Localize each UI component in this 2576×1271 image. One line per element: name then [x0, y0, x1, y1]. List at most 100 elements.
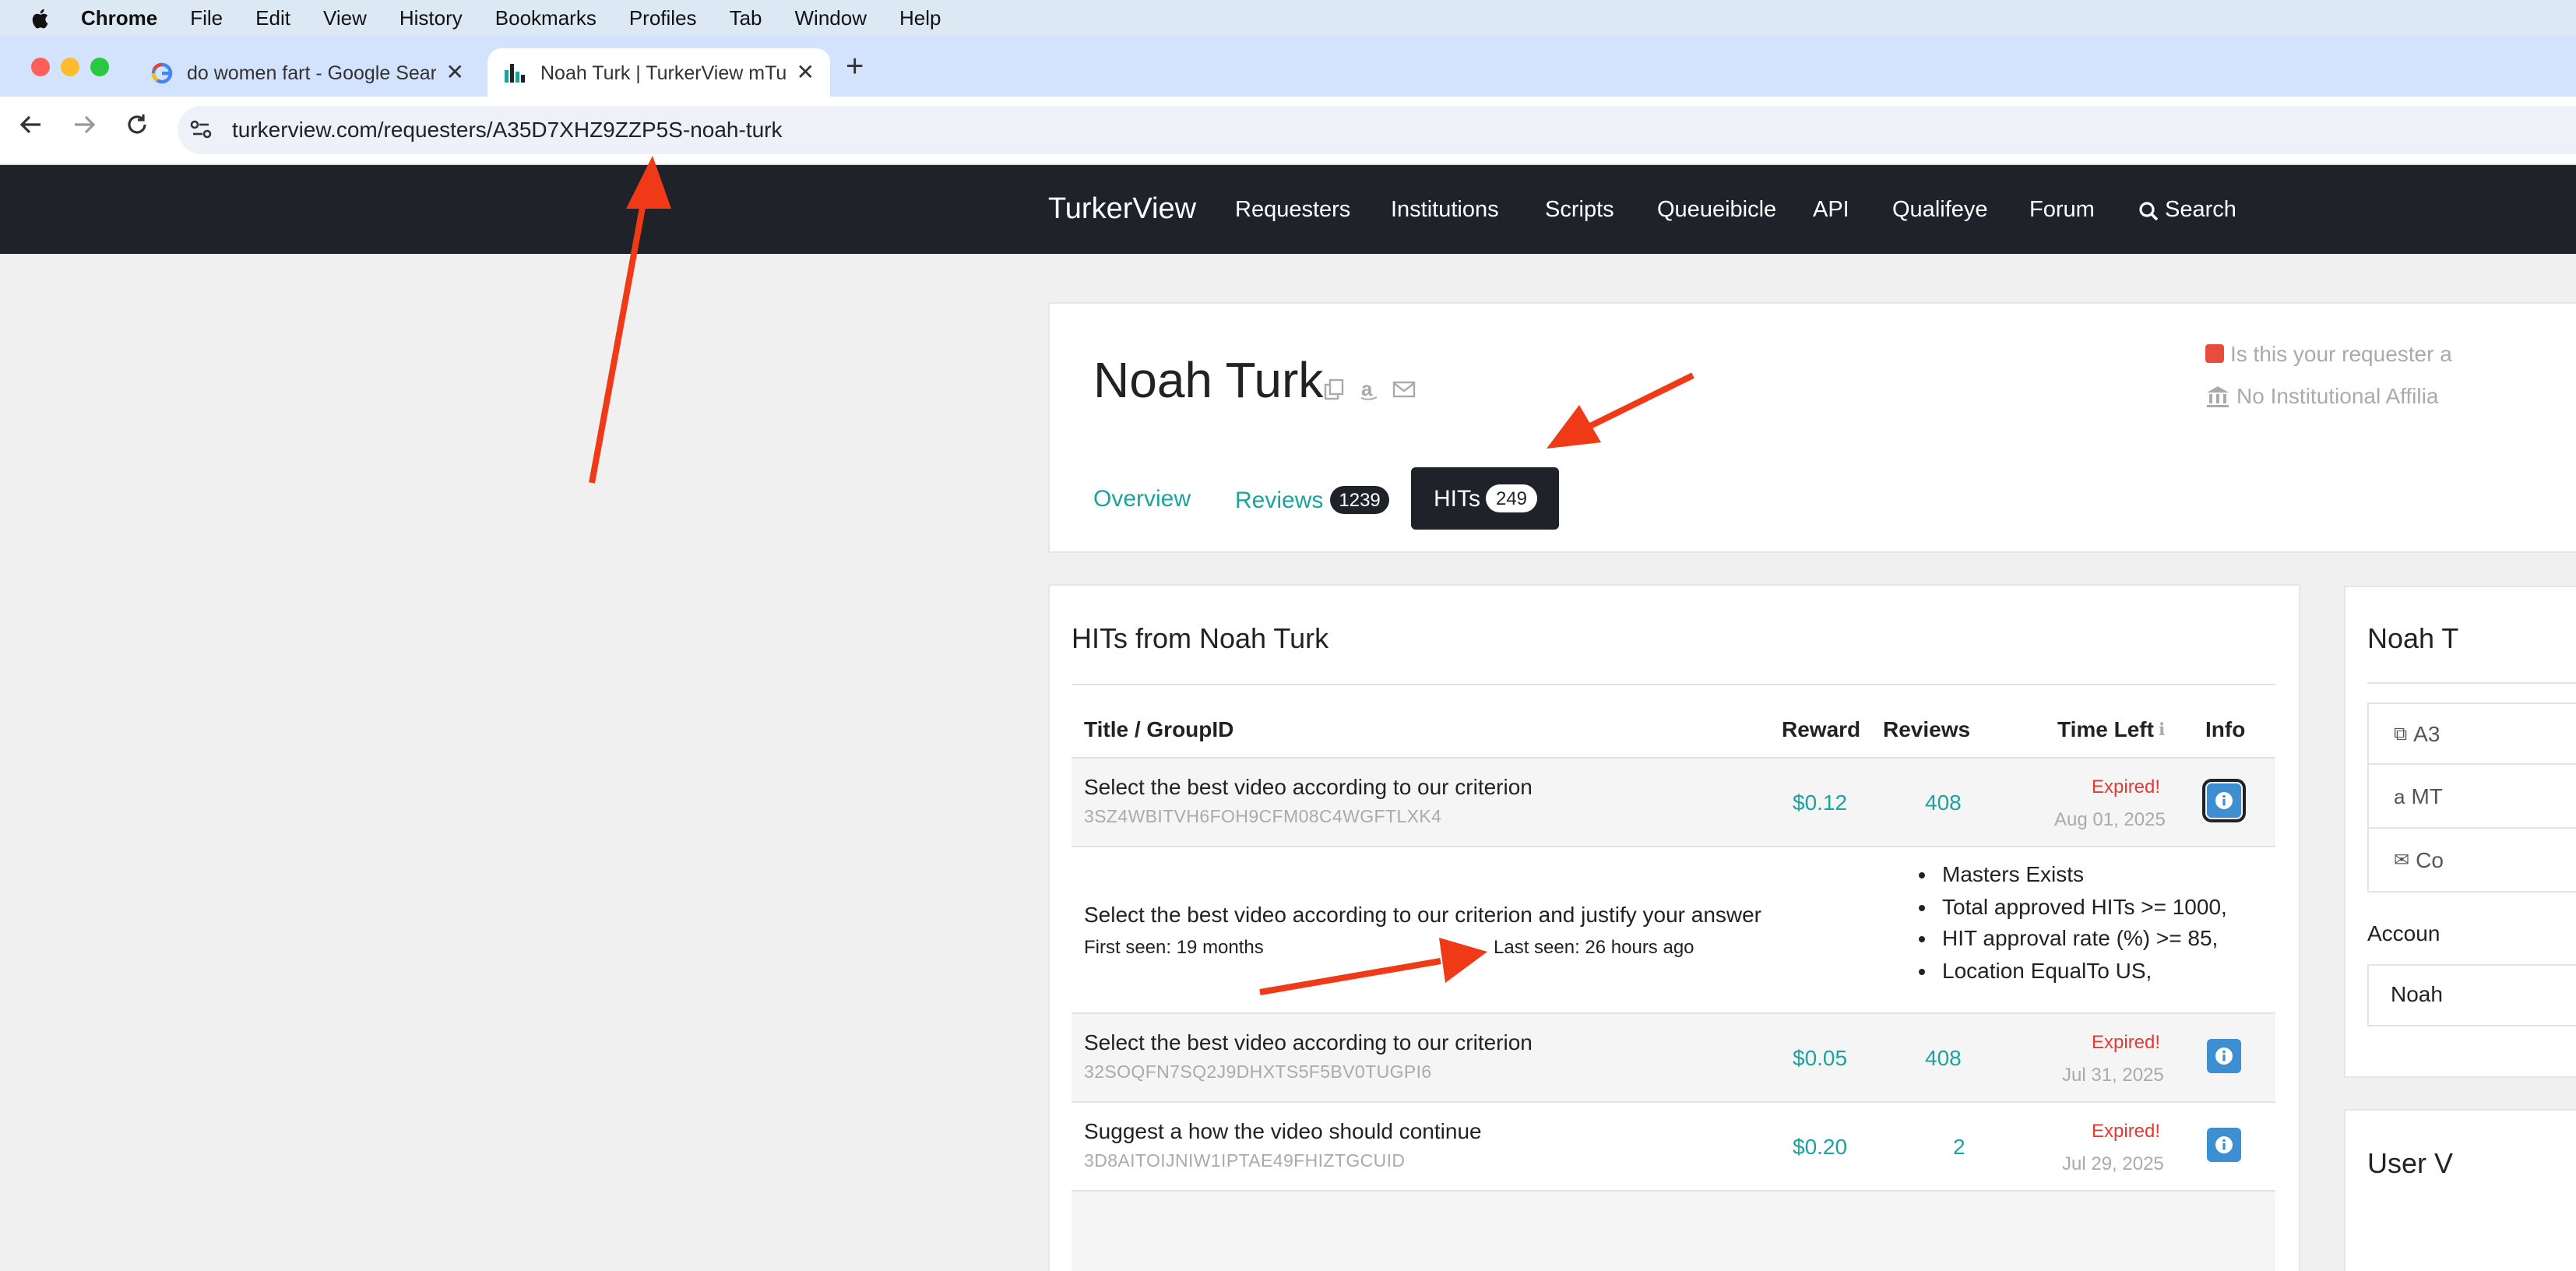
divider [2367, 827, 2576, 829]
menu-window[interactable]: Window [795, 6, 867, 30]
browser-tab-google[interactable]: do women fart - Google Searc ✕ [134, 48, 480, 97]
copy-icon: ⧉ [2394, 722, 2408, 744]
qualification-item: Masters Exists [1942, 858, 2227, 890]
institution-text: No Institutional Affilia [2236, 383, 2439, 408]
reload-button[interactable] [125, 112, 150, 145]
amazon-icon: a [2394, 784, 2405, 808]
table-row [1072, 1012, 2275, 1103]
sidebar-item-id-text: A3 [2413, 721, 2441, 746]
table-row [1072, 1190, 2275, 1271]
macos-menu-bar: Chrome File Edit View History Bookmarks … [0, 0, 2576, 36]
nav-institutions[interactable]: Institutions [1391, 198, 1499, 223]
google-g-icon [150, 60, 174, 85]
col-info[interactable]: Info [2205, 716, 2245, 741]
hit-status: Expired! [2092, 1031, 2161, 1053]
new-tab-button[interactable]: + [846, 50, 864, 86]
last-seen: Last seen: 26 hours ago [1494, 936, 1694, 958]
col-title-groupid[interactable]: Title / GroupID [1084, 716, 1233, 741]
hits-section-title: HITs from Noah Turk [1072, 623, 1329, 654]
menu-view[interactable]: View [323, 6, 367, 30]
apple-icon[interactable] [28, 5, 53, 30]
nav-qualifeye[interactable]: Qualifeye [1892, 198, 1988, 223]
first-seen: First seen: 19 months [1084, 936, 1264, 958]
hit-date: Aug 01, 2025 [2054, 808, 2166, 830]
reviews-count-badge: 1239 [1329, 486, 1390, 514]
hit-title-link[interactable]: Select the best video according to our c… [1084, 1030, 1533, 1054]
menu-tab[interactable]: Tab [730, 6, 762, 30]
nav-requesters[interactable]: Requesters [1235, 198, 1350, 223]
menu-edit[interactable]: Edit [255, 6, 290, 30]
search-icon [2139, 201, 2159, 220]
tab-label: do women fart - Google Searc [187, 62, 436, 83]
table-row [1072, 1101, 2275, 1192]
sidebar-title: Noah T [2367, 623, 2459, 654]
close-tab-icon[interactable]: ✕ [446, 59, 464, 86]
url-text[interactable]: turkerview.com/requesters/A35D7XHZ9ZZP5S… [232, 117, 783, 142]
zoom-window-button[interactable] [90, 58, 109, 76]
sidebar-account-value: Noah [2391, 981, 2443, 1006]
sidebar-item-contact[interactable]: ✉ Co [2394, 847, 2444, 872]
mail-icon[interactable] [1392, 378, 1416, 400]
hit-info-button[interactable] [2207, 1039, 2241, 1073]
site-settings-icon[interactable] [187, 115, 215, 143]
amazon-icon[interactable]: a [1358, 378, 1380, 400]
col-time-left[interactable]: Time Left ℹ [2057, 716, 2165, 741]
svg-text:a: a [1361, 378, 1373, 400]
forward-button[interactable] [72, 112, 97, 145]
tab-hits[interactable]: HITs 249 [1411, 467, 1559, 530]
nav-scripts[interactable]: Scripts [1545, 198, 1614, 223]
tab-overview[interactable]: Overview [1093, 486, 1191, 512]
turkerview-bars-icon [503, 60, 528, 85]
nav-api[interactable]: API [1813, 198, 1849, 223]
hit-reviews-link[interactable]: 2 [1953, 1134, 1965, 1159]
divider [2367, 763, 2576, 765]
requester-name: Noah Turk [1093, 352, 1324, 408]
qualification-list: Masters Exists Total approved HITs >= 10… [1919, 858, 2227, 986]
menu-bookmarks[interactable]: Bookmarks [495, 6, 596, 30]
close-window-button[interactable] [31, 58, 50, 76]
col-reviews[interactable]: Reviews [1883, 716, 1970, 741]
menu-history[interactable]: History [399, 6, 463, 30]
requester-actions: a [1324, 378, 1416, 400]
back-button[interactable] [19, 112, 44, 145]
hit-info-button[interactable] [2207, 1128, 2241, 1162]
hit-group-id: 3D8AITOIJNIW1IPTAE49FHIZTGCUID [1084, 1153, 1406, 1171]
nav-search-label: Search [2165, 198, 2236, 223]
hit-reward: $0.05 [1793, 1045, 1848, 1070]
nav-forum[interactable]: Forum [2029, 198, 2095, 223]
sidebar-item-mturk[interactable]: a MT [2394, 783, 2443, 808]
divider [2367, 682, 2576, 684]
sidebar-account-label: Accoun [2367, 921, 2441, 945]
sidebar-item-contact-text: Co [2416, 847, 2444, 872]
menu-help[interactable]: Help [899, 6, 941, 30]
menu-profiles[interactable]: Profiles [629, 6, 697, 30]
nav-queueibicle[interactable]: Queueibicle [1657, 198, 1776, 223]
minimize-window-button[interactable] [61, 58, 79, 76]
qualification-item: HIT approval rate (%) >= 85, [1942, 922, 2227, 954]
back-arrow-icon [19, 115, 40, 134]
hit-date: Jul 31, 2025 [2062, 1064, 2164, 1086]
reload-icon [128, 114, 146, 134]
turkerview-logo[interactable]: TurkerView [1048, 193, 1196, 227]
info-icon [2215, 1136, 2233, 1153]
user-sidebar-card [2344, 1109, 2576, 1271]
hit-title-link[interactable]: Suggest a how the video should continue [1084, 1118, 1482, 1143]
menu-file[interactable]: File [190, 6, 223, 30]
info-icon [2215, 792, 2233, 809]
browser-tab-turkerview[interactable]: Noah Turk | TurkerView mTurk ✕ [487, 48, 830, 97]
copy-icon[interactable] [1324, 378, 1346, 400]
hit-reviews-link[interactable]: 408 [1925, 1045, 1962, 1070]
hit-title-link[interactable]: Select the best video according to our c… [1084, 774, 1533, 799]
nav-search[interactable]: Search [2138, 198, 2236, 223]
hit-info-button[interactable] [2202, 779, 2246, 822]
close-tab-icon[interactable]: ✕ [797, 59, 815, 86]
col-reward[interactable]: Reward [1782, 716, 1860, 741]
institution-icon [2207, 386, 2229, 407]
menu-chrome[interactable]: Chrome [81, 6, 157, 30]
tab-reviews[interactable]: Reviews 1239 [1235, 486, 1390, 514]
claim-requester-note[interactable]: Is this your requester a [2205, 341, 2452, 366]
hit-status: Expired! [2092, 1120, 2161, 1142]
hit-reviews-link[interactable]: 408 [1925, 790, 1962, 815]
sidebar-item-id[interactable]: ⧉ A3 [2394, 721, 2440, 746]
info-icon [2215, 1047, 2233, 1065]
